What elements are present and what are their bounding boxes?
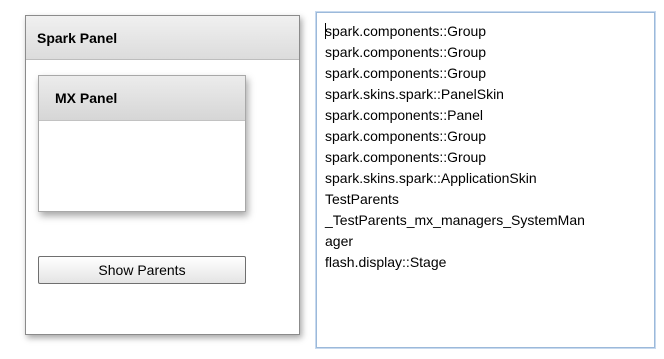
mx-panel-header: MX Panel (39, 76, 245, 121)
output-line: spark.components::Group (325, 65, 487, 81)
mx-panel: MX Panel (38, 75, 246, 212)
output-textarea[interactable]: spark.components::Group spark.components… (315, 11, 656, 349)
output-line: spark.skins.spark::ApplicationSkin (325, 170, 537, 186)
spark-panel: Spark Panel MX Panel Show Parents (25, 15, 300, 335)
output-line: spark.components::Group (325, 44, 487, 60)
mx-panel-title: MX Panel (55, 90, 118, 106)
output-line: _TestParents_mx_managers_SystemMan (325, 212, 585, 228)
text-caret (325, 23, 326, 39)
show-parents-button[interactable]: Show Parents (38, 256, 246, 284)
output-line: spark.components::Panel (325, 107, 483, 123)
output-line: spark.components::Group (325, 128, 487, 144)
output-line: flash.display::Stage (325, 254, 447, 270)
output-line: ager (325, 233, 354, 249)
output-line: spark.skins.spark::PanelSkin (325, 86, 504, 102)
output-line: spark.components::Group (325, 23, 487, 39)
output-line: TestParents (325, 191, 399, 207)
spark-panel-title: Spark Panel (37, 29, 118, 46)
spark-panel-header: Spark Panel (26, 16, 299, 60)
output-line: spark.components::Group (325, 149, 487, 165)
